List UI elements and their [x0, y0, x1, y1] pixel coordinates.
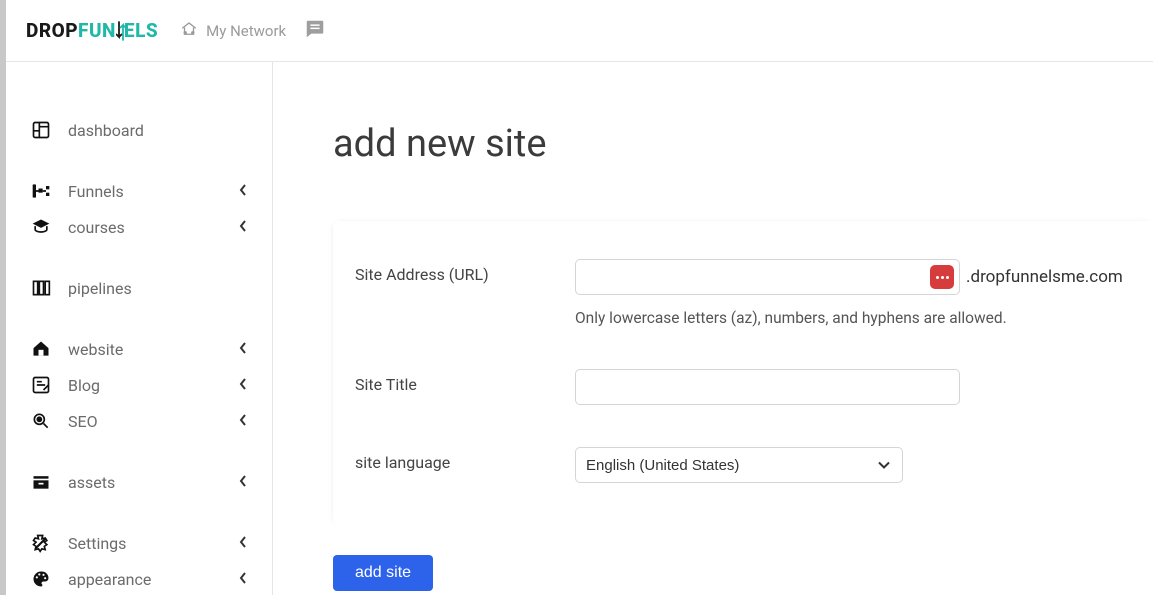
chevron-left-icon — [238, 473, 248, 492]
funnels-icon — [30, 180, 52, 202]
logo-part-els: ELS — [124, 19, 158, 42]
logo-part-drop: DROP — [26, 19, 78, 42]
sidebar-item-courses[interactable]: courses — [6, 209, 272, 245]
domain-suffix: .dropfunnelsme.com — [966, 267, 1123, 287]
sidebar-item-dashboard[interactable]: dashboard — [6, 112, 272, 148]
form-card: Site Address (URL) .dropfunnelsme.com On… — [333, 221, 1153, 525]
sidebar-item-label: dashboard — [68, 121, 248, 140]
settings-icon — [30, 532, 52, 554]
sidebar-item-label: website — [68, 340, 222, 359]
page-title: add new site — [333, 122, 1153, 166]
pipelines-icon — [30, 277, 52, 299]
chat-icon[interactable] — [304, 18, 326, 44]
chevron-left-icon — [238, 534, 248, 553]
form-row-site-address: Site Address (URL) .dropfunnelsme.com On… — [355, 259, 1131, 327]
courses-icon — [30, 216, 52, 238]
sidebar-item-appearance[interactable]: appearance — [6, 561, 272, 597]
my-network-label: My Network — [206, 22, 286, 40]
assets-icon — [30, 471, 52, 493]
form-row-site-title: Site Title — [355, 369, 1131, 405]
sidebar-item-label: pipelines — [68, 279, 248, 298]
site-address-hint: Only lowercase letters (az), numbers, an… — [575, 309, 1131, 327]
chevron-left-icon — [238, 340, 248, 359]
sidebar-item-label: courses — [68, 218, 222, 237]
sidebar-item-website[interactable]: website — [6, 331, 272, 367]
blog-icon — [30, 374, 52, 396]
sidebar-item-settings[interactable]: Settings — [6, 525, 272, 561]
sidebar-item-blog[interactable]: Blog — [6, 367, 272, 403]
site-language-label: site language — [355, 447, 575, 472]
network-icon — [180, 20, 198, 42]
chevron-left-icon — [238, 376, 248, 395]
header: DROP FUN ELS My Network — [6, 0, 1153, 62]
chevron-left-icon — [238, 218, 248, 237]
sidebar: dashboard Funnels — [6, 62, 273, 595]
site-title-label: Site Title — [355, 369, 575, 394]
sidebar-item-label: Settings — [68, 534, 222, 553]
add-site-button[interactable]: add site — [333, 555, 433, 591]
sidebar-item-label: SEO — [68, 412, 222, 431]
website-icon — [30, 338, 52, 360]
my-network-link[interactable]: My Network — [180, 20, 286, 42]
sidebar-item-label: Blog — [68, 376, 222, 395]
sidebar-item-assets[interactable]: assets — [6, 464, 272, 500]
chevron-left-icon — [238, 412, 248, 431]
logo-part-fun: FUN — [78, 19, 116, 42]
site-address-label: Site Address (URL) — [355, 259, 575, 284]
site-language-select[interactable]: English (United States) — [575, 447, 903, 483]
appearance-icon — [30, 568, 52, 590]
password-manager-icon[interactable] — [930, 265, 954, 289]
form-row-site-language: site language English (United States) — [355, 447, 1131, 483]
chevron-left-icon — [238, 182, 248, 201]
sidebar-item-label: assets — [68, 473, 222, 492]
site-address-input[interactable] — [575, 259, 960, 295]
chevron-left-icon — [238, 570, 248, 589]
site-title-input[interactable] — [575, 369, 960, 405]
main-content: add new site Site Address (URL) .dropfun… — [273, 62, 1153, 595]
sidebar-item-seo[interactable]: SEO — [6, 403, 272, 439]
logo-arrows-icon — [116, 19, 124, 43]
sidebar-item-label: Funnels — [68, 182, 222, 201]
seo-icon — [30, 410, 52, 432]
dashboard-icon — [30, 119, 52, 141]
sidebar-item-funnels[interactable]: Funnels — [6, 173, 272, 209]
sidebar-item-label: appearance — [68, 570, 222, 589]
sidebar-item-pipelines[interactable]: pipelines — [6, 270, 272, 306]
logo[interactable]: DROP FUN ELS — [26, 19, 158, 43]
